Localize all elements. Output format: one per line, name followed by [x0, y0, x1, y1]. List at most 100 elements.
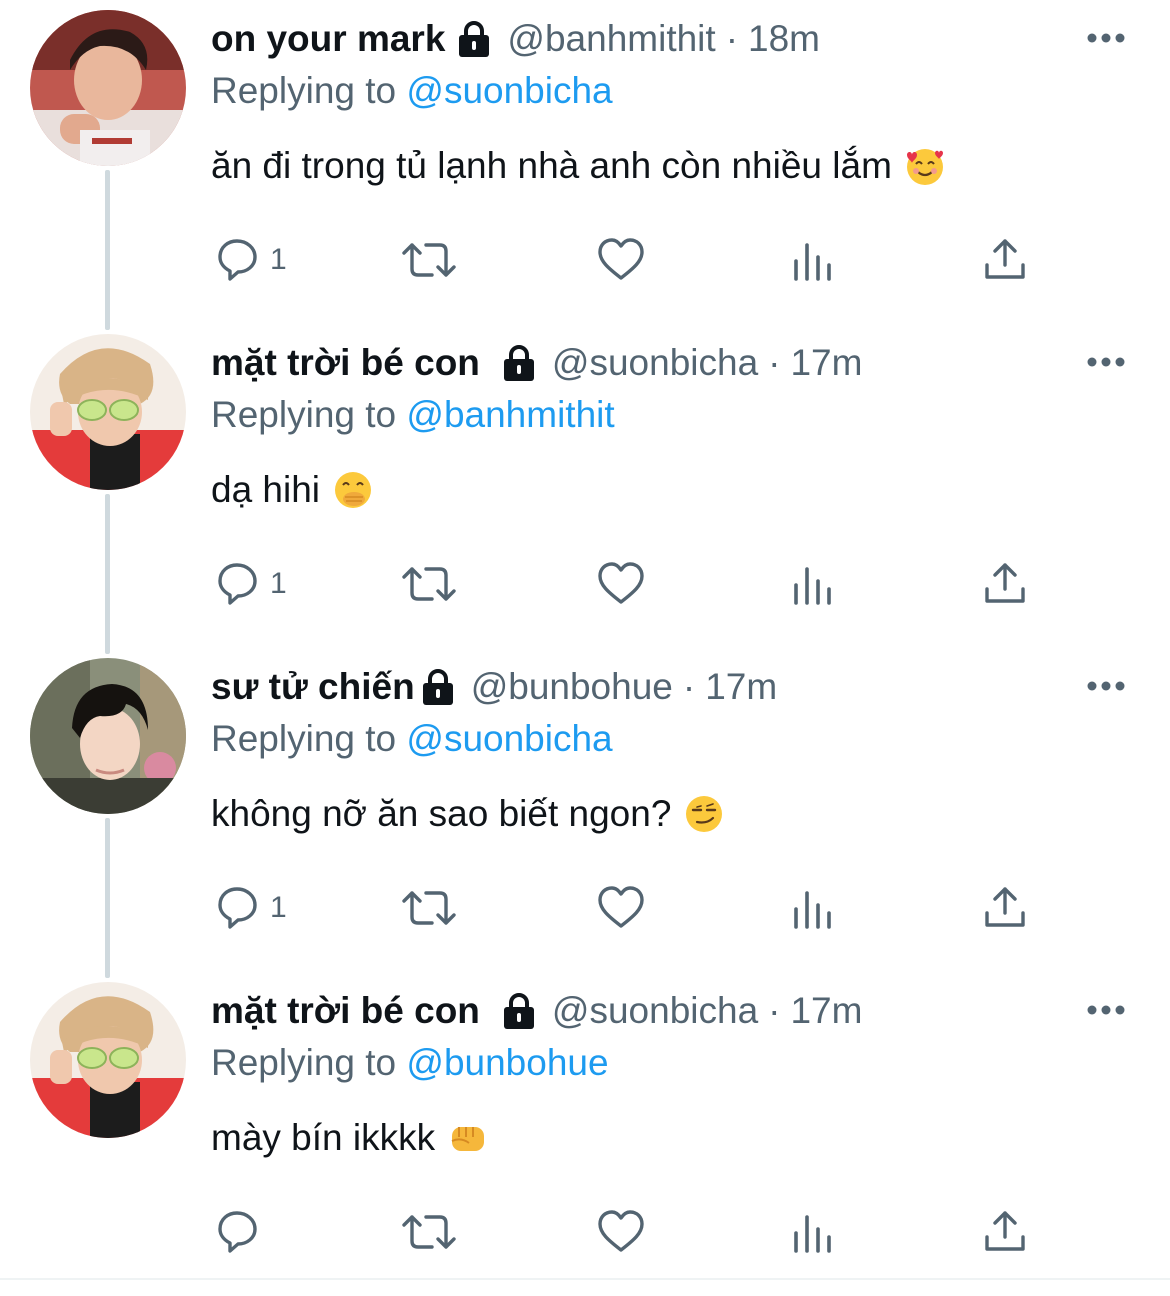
display-name[interactable]: mặt trời bé con — [211, 338, 480, 388]
tweet-body: ăn đi trong tủ lạnh nhà anh còn nhiều lắ… — [211, 145, 892, 186]
user-handle[interactable]: @banhmithit — [507, 14, 715, 64]
retweet-button[interactable] — [400, 1200, 458, 1264]
like-button[interactable] — [596, 228, 646, 292]
tweet[interactable]: on your mark @banhmithit · 18m Replying … — [0, 0, 1170, 324]
replying-to-handle[interactable]: @banhmithit — [406, 394, 614, 435]
more-icon[interactable] — [1084, 30, 1128, 46]
retweet-icon — [400, 883, 458, 933]
share-icon — [980, 883, 1030, 933]
tweet[interactable]: mặt trời bé con @suonbicha · 17m Replyin… — [0, 324, 1170, 648]
tweet-text: ăn đi trong tủ lạnh nhà anh còn nhiều lắ… — [211, 138, 946, 194]
lock-icon — [500, 343, 538, 383]
tweet-body: mày bín ikkkk — [211, 1117, 436, 1158]
retweet-icon — [400, 559, 458, 609]
views-icon — [790, 1207, 836, 1257]
tweet[interactable]: sư tử chiến @bunbohue · 17m Replying to … — [0, 648, 1170, 972]
tweet[interactable]: mặt trời bé con @suonbicha · 17m Replyin… — [0, 972, 1170, 1296]
views-icon — [790, 235, 836, 285]
timestamp[interactable]: 17m — [790, 986, 862, 1036]
face-with-hand-over-mouth-icon — [332, 469, 374, 511]
views-button[interactable] — [790, 1200, 836, 1264]
views-button[interactable] — [790, 228, 836, 292]
separator-dot: · — [768, 342, 781, 383]
user-handle[interactable]: @bunbohue — [471, 662, 673, 712]
avatar[interactable] — [30, 10, 186, 166]
replying-label: Replying to — [211, 1042, 397, 1083]
tweet-text: không nỡ ăn sao biết ngon? — [211, 786, 725, 842]
views-icon — [790, 883, 836, 933]
replying-to: Replying to @bunbohue — [211, 1038, 609, 1088]
user-handle[interactable]: @suonbicha — [552, 338, 758, 388]
like-button[interactable] — [596, 1200, 646, 1264]
more-icon[interactable] — [1084, 678, 1128, 694]
replying-to: Replying to @suonbicha — [211, 66, 613, 116]
retweet-icon — [400, 235, 458, 285]
tweet-actions: 1 — [0, 876, 1170, 940]
reply-button[interactable]: 1 — [212, 228, 287, 292]
reply-icon — [212, 883, 262, 933]
avatar[interactable] — [30, 982, 186, 1138]
more-icon[interactable] — [1084, 1002, 1128, 1018]
replying-label: Replying to — [211, 394, 397, 435]
share-icon — [980, 235, 1030, 285]
reply-button[interactable]: 1 — [212, 876, 287, 940]
reply-button[interactable] — [212, 1200, 270, 1264]
more-icon[interactable] — [1084, 354, 1128, 370]
tweet-text: dạ hihi — [211, 462, 374, 518]
views-button[interactable] — [790, 552, 836, 616]
views-button[interactable] — [790, 876, 836, 940]
tweet-text: mày bín ikkkk — [211, 1110, 489, 1166]
replying-label: Replying to — [211, 70, 397, 111]
retweet-button[interactable] — [400, 228, 458, 292]
heart-icon — [596, 1207, 646, 1257]
tweet-header: mặt trời bé con @suonbicha · 17m — [211, 338, 862, 388]
tweet-header: on your mark @banhmithit · 18m — [211, 14, 820, 64]
avatar[interactable] — [30, 334, 186, 490]
smirking-face-icon — [683, 793, 725, 835]
replying-to-handle[interactable]: @suonbicha — [406, 718, 612, 759]
oncoming-fist-icon — [447, 1117, 489, 1159]
display-name[interactable]: sư tử chiến — [211, 662, 415, 712]
tweet-thread: on your mark @banhmithit · 18m Replying … — [0, 0, 1170, 1282]
retweet-button[interactable] — [400, 552, 458, 616]
tweet-actions — [0, 1200, 1170, 1264]
timestamp[interactable]: 17m — [790, 338, 862, 388]
like-button[interactable] — [596, 552, 646, 616]
views-icon — [790, 559, 836, 609]
share-icon — [980, 559, 1030, 609]
tweet-body: dạ hihi — [211, 469, 321, 510]
divider — [0, 1278, 1170, 1280]
display-name[interactable]: mặt trời bé con — [211, 986, 480, 1036]
timestamp[interactable]: 18m — [748, 14, 820, 64]
replying-label: Replying to — [211, 718, 397, 759]
like-button[interactable] — [596, 876, 646, 940]
share-button[interactable] — [980, 876, 1030, 940]
reply-icon — [212, 1207, 262, 1257]
user-handle[interactable]: @suonbicha — [552, 986, 758, 1036]
reply-button[interactable]: 1 — [212, 552, 287, 616]
reply-icon — [212, 235, 262, 285]
replying-to-handle[interactable]: @suonbicha — [406, 70, 612, 111]
reply-count: 1 — [270, 243, 287, 276]
separator-dot: · — [682, 666, 696, 707]
reply-count: 1 — [270, 891, 287, 924]
share-button[interactable] — [980, 1200, 1030, 1264]
replying-to-handle[interactable]: @bunbohue — [406, 1042, 608, 1083]
replying-to: Replying to @suonbicha — [211, 714, 613, 764]
tweet-header: mặt trời bé con @suonbicha · 17m — [211, 986, 862, 1036]
tweet-actions: 1 — [0, 228, 1170, 292]
retweet-button[interactable] — [400, 876, 458, 940]
tweet-actions: 1 — [0, 552, 1170, 616]
timestamp[interactable]: 17m — [705, 662, 777, 712]
lock-icon — [455, 19, 493, 59]
share-button[interactable] — [980, 228, 1030, 292]
display-name[interactable]: on your mark — [211, 14, 445, 64]
heart-icon — [596, 883, 646, 933]
share-button[interactable] — [980, 552, 1030, 616]
separator-dot: · — [725, 18, 739, 59]
lock-icon — [419, 667, 457, 707]
avatar[interactable] — [30, 658, 186, 814]
heart-icon — [596, 559, 646, 609]
smiling-face-with-hearts-icon — [904, 145, 946, 187]
tweet-header: sư tử chiến @bunbohue · 17m — [211, 662, 777, 712]
